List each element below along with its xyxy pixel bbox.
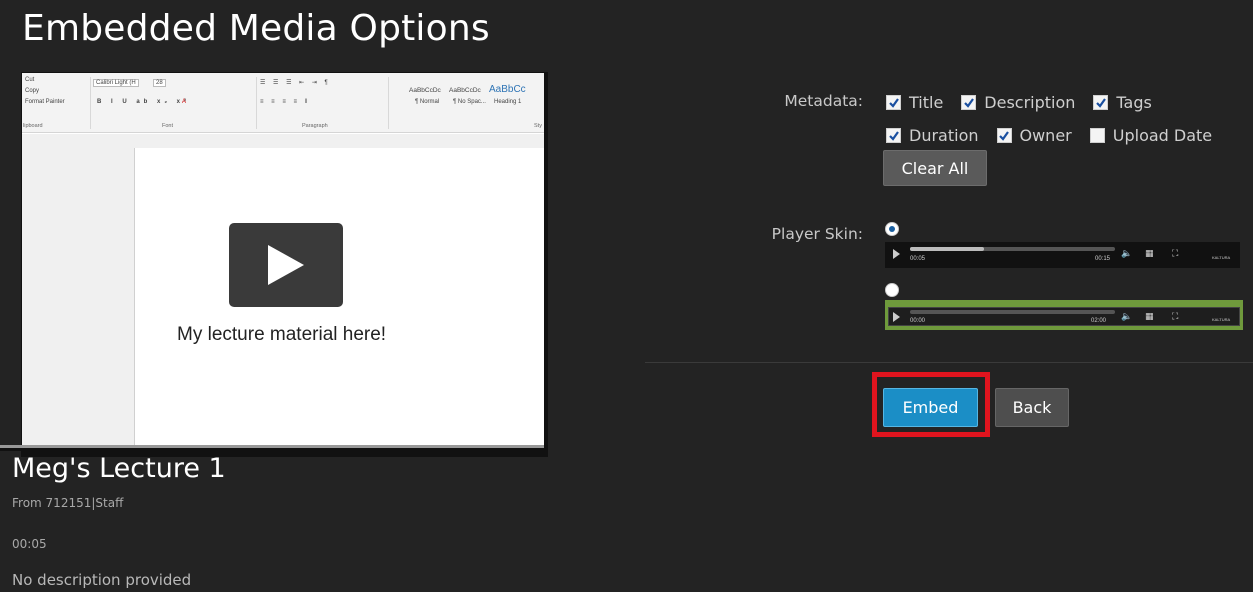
checkbox-checked-icon[interactable] [886, 95, 901, 110]
skin-play-icon [893, 249, 900, 259]
ribbon-style-heading-name: Heading 1 [494, 99, 522, 105]
ribbon-font-name: Calibri Light (H [93, 79, 139, 87]
metadata-title-label: Title [909, 93, 944, 112]
ribbon-style-nospacing-name: ¶ No Spac... [453, 99, 486, 105]
checkbox-unchecked-icon[interactable] [1089, 128, 1105, 143]
metadata-row-1: Title Description Tags [886, 93, 1162, 112]
metadata-tags-label: Tags [1116, 93, 1152, 112]
metadata-row-2: Duration Owner Upload Date [886, 126, 1222, 145]
ribbon-separator [388, 77, 389, 129]
ribbon-format-painter: Format Painter [25, 99, 65, 105]
ribbon-group-paragraph: Paragraph [302, 123, 328, 129]
back-button[interactable]: Back [995, 388, 1069, 427]
ribbon-cut: Cut [25, 77, 35, 83]
ribbon-separator [90, 77, 91, 129]
skin-time-total: 02:00 [1091, 318, 1107, 324]
ribbon-group-styles: Sty [534, 123, 542, 129]
slide-text: My lecture material here! [177, 324, 387, 345]
ribbon-format-icons: B I U ab x₂ x² [97, 99, 191, 105]
fullscreen-icon: ⛶ [1172, 249, 1179, 259]
fullscreen-icon: ⛶ [1172, 312, 1179, 322]
ribbon-align-icons: ≡ ≡ ≡ ≡ ‖ [260, 99, 311, 105]
skin-time-current: 00:00 [910, 318, 926, 324]
captions-icon: ▦ [1145, 249, 1154, 259]
ribbon-copy: Copy [25, 88, 40, 94]
checkbox-checked-icon[interactable] [1093, 95, 1109, 110]
metadata-title-checkbox[interactable]: Title [886, 93, 943, 112]
ribbon-group-font: Font [162, 123, 174, 129]
ribbon-font-size: 28 [153, 79, 166, 87]
video-thumbnail[interactable]: Cut Copy Format Painter lipboard Calibri… [21, 72, 548, 457]
metadata-upload-date-checkbox[interactable]: Upload Date [1089, 126, 1213, 145]
ribbon-separator [256, 77, 257, 129]
kaltura-logo: KALTURA [1212, 255, 1231, 260]
skin-time-total: 00:15 [1095, 256, 1111, 262]
metadata-duration-checkbox[interactable]: Duration [886, 126, 979, 145]
checkbox-checked-icon[interactable] [996, 128, 1012, 143]
media-title: Meg's Lecture 1 [12, 453, 226, 484]
ribbon-list-icons: ☰ ☰ ☰ ⇤ ⇥ ¶ [260, 80, 331, 86]
skin-1-radio[interactable] [885, 222, 899, 236]
play-icon [268, 245, 304, 285]
ribbon-font-color-icon: A [182, 99, 187, 105]
captions-icon: ▦ [1145, 312, 1154, 322]
thumbnail-progress-bar [0, 445, 548, 451]
embed-button[interactable]: Embed [883, 388, 978, 427]
volume-icon: 🔈 [1121, 312, 1133, 322]
page-title: Embedded Media Options [22, 8, 490, 49]
section-divider [645, 362, 1253, 363]
metadata-description-checkbox[interactable]: Description [961, 93, 1075, 112]
slide-preview: Cut Copy Format Painter lipboard Calibri… [22, 73, 544, 451]
ribbon-group-clipboard: lipboard [23, 123, 43, 129]
ribbon-style-heading-sample: AaBbCc [489, 84, 526, 95]
metadata-tags-checkbox[interactable]: Tags [1093, 93, 1152, 112]
play-button[interactable] [229, 223, 343, 307]
volume-icon: 🔈 [1121, 249, 1133, 259]
media-duration: 00:05 [12, 537, 47, 551]
kaltura-logo: KALTURA [1212, 317, 1231, 322]
skin-time-current: 00:05 [910, 256, 926, 262]
skin-2-preview[interactable]: 00:00 02:00 🔈 ▦ ⛶ KALTURA [885, 300, 1243, 330]
ribbon-style-normal-name: ¶ Normal [415, 99, 440, 105]
metadata-description-label: Description [984, 93, 1076, 112]
skin-1-preview[interactable]: 00:05 00:15 🔈 ▦ ⛶ KALTURA [885, 242, 1240, 268]
player-skin-label: Player Skin: [771, 225, 863, 243]
skin-track [910, 310, 1115, 314]
media-owner: From 712151|Staff [12, 496, 124, 510]
ribbon-style-nospacing-sample: AaBbCcDc [449, 87, 481, 94]
checkbox-checked-icon[interactable] [961, 95, 977, 110]
metadata-owner-label: Owner [1019, 126, 1072, 145]
skin-play-icon [893, 312, 900, 322]
ribbon-style-normal-sample: AaBbCcDc [409, 87, 441, 94]
checkbox-checked-icon[interactable] [886, 128, 901, 143]
word-ribbon: Cut Copy Format Painter lipboard Calibri… [22, 73, 544, 133]
metadata-owner-checkbox[interactable]: Owner [996, 126, 1072, 145]
skin-progress [910, 247, 984, 251]
skin-2-radio[interactable] [885, 283, 899, 297]
clear-all-button[interactable]: Clear All [883, 150, 987, 186]
metadata-duration-label: Duration [909, 126, 979, 145]
metadata-upload-date-label: Upload Date [1112, 126, 1213, 145]
media-description: No description provided [12, 571, 192, 589]
metadata-label: Metadata: [784, 92, 863, 110]
